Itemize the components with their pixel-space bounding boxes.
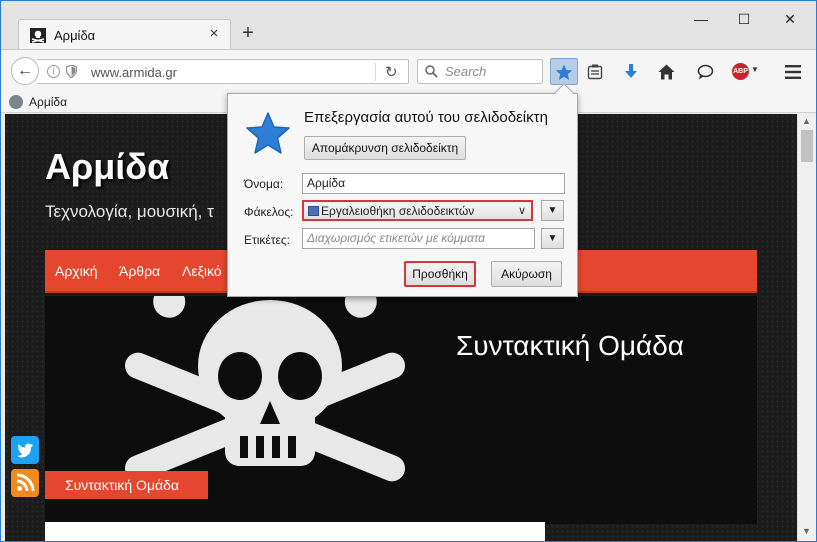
site-subtitle: Τεχνολογία, μουσική, τ xyxy=(45,202,214,221)
twitter-icon[interactable] xyxy=(11,436,39,464)
chat-icon xyxy=(697,64,713,80)
reload-icon[interactable]: ↻ xyxy=(385,63,398,81)
content-card xyxy=(45,522,545,541)
home-button[interactable] xyxy=(652,58,680,85)
bookmark-star-large-icon xyxy=(246,112,290,154)
globe-icon xyxy=(9,95,23,109)
search-bar[interactable] xyxy=(417,59,543,84)
menu-icon xyxy=(785,65,801,79)
folder-label: Φάκελος: xyxy=(244,205,294,219)
panel-title: Επεξεργασία αυτού του σελιδοδείκτη xyxy=(304,109,548,126)
chat-button[interactable] xyxy=(691,58,719,85)
home-icon xyxy=(658,64,674,80)
hero-title: Συντακτική Ομάδα xyxy=(456,330,684,361)
name-field[interactable]: Αρμίδα xyxy=(302,173,565,194)
minimize-button[interactable]: — xyxy=(689,9,713,29)
bookmark-armida[interactable]: Αρμίδα xyxy=(29,95,67,109)
bookmark-star-button[interactable] xyxy=(550,58,578,85)
adblock-menu-chevron-icon[interactable]: ▼ xyxy=(751,65,759,74)
folder-value: Εργαλειοθήκη σελιδοδεικτών xyxy=(321,204,475,218)
search-input[interactable] xyxy=(445,63,539,80)
reading-list-icon xyxy=(587,64,603,80)
tab-title: Αρμίδα xyxy=(54,28,96,43)
name-label: Όνομα: xyxy=(244,177,284,191)
folder-expand-button[interactable]: ▼ xyxy=(541,200,564,221)
browser-window: Αρμίδα × + — ☐ ✕ i www.armida.gr ↻ ← Sea… xyxy=(0,0,817,542)
tab-close-icon[interactable]: × xyxy=(206,26,222,42)
rss-icon[interactable] xyxy=(11,469,39,497)
edit-bookmark-panel: Επεξεργασία αυτού του σελιδοδείκτη Απομά… xyxy=(227,83,578,297)
tags-input[interactable] xyxy=(307,229,531,247)
scroll-up-arrow-icon[interactable]: ▲ xyxy=(802,116,811,126)
new-tab-button[interactable]: + xyxy=(238,23,258,43)
url-text[interactable]: www.armida.gr xyxy=(91,65,177,80)
search-icon xyxy=(425,65,438,78)
remove-bookmark-button[interactable]: Απομάκρυνση σελιδοδείκτη xyxy=(304,136,466,160)
back-button[interactable]: ← xyxy=(11,57,39,85)
cancel-button[interactable]: Ακύρωση xyxy=(491,261,562,287)
site-nav-home[interactable]: Αρχική xyxy=(55,263,98,279)
bookmarks-toolbar-icon xyxy=(308,206,319,216)
hero-banner[interactable]: Συντακτική Ομάδα Συντακτική Ομάδα xyxy=(45,296,757,524)
page-scrollbar[interactable]: ▲ ▼ xyxy=(797,114,816,541)
close-window-button[interactable]: ✕ xyxy=(778,9,802,29)
chevron-down-icon: ∨ xyxy=(517,205,526,217)
page-info-icon[interactable]: i xyxy=(47,65,60,78)
menu-button[interactable] xyxy=(779,58,807,85)
maximize-button[interactable]: ☐ xyxy=(732,9,756,29)
tab-armida[interactable]: Αρμίδα × xyxy=(18,19,231,50)
url-divider xyxy=(375,63,376,81)
downloads-icon xyxy=(625,64,637,78)
url-bar[interactable]: i www.armida.gr ↻ xyxy=(37,59,409,84)
scroll-down-arrow-icon[interactable]: ▼ xyxy=(802,526,811,536)
downloads-button[interactable] xyxy=(617,58,645,85)
tags-label: Ετικέτες: xyxy=(244,233,290,247)
bookmark-star-icon xyxy=(555,64,573,80)
scrollbar-thumb[interactable] xyxy=(801,130,813,162)
tags-field[interactable] xyxy=(302,228,535,249)
pirate-flag-icon xyxy=(30,28,46,43)
site-title[interactable]: Αρμίδα xyxy=(45,146,169,188)
hero-category-tag[interactable]: Συντακτική Ομάδα xyxy=(45,471,208,499)
site-nav-dictionary[interactable]: Λεξικό xyxy=(182,263,222,279)
reading-list-button[interactable] xyxy=(581,58,609,85)
tab-strip: Αρμίδα × + — ☐ ✕ xyxy=(1,1,816,50)
tags-expand-button[interactable]: ▼ xyxy=(541,228,564,249)
navigation-toolbar: i www.armida.gr ↻ ← Search ABP ▼ xyxy=(1,49,816,91)
folder-select[interactable]: Εργαλειοθήκη σελιδοδεικτών ∨ xyxy=(302,200,533,221)
site-nav-articles[interactable]: Άρθρα xyxy=(119,263,160,279)
add-button[interactable]: Προσθήκη xyxy=(404,261,476,287)
tracking-shield-icon[interactable] xyxy=(66,65,77,78)
adblock-plus-icon[interactable]: ABP xyxy=(732,63,749,80)
